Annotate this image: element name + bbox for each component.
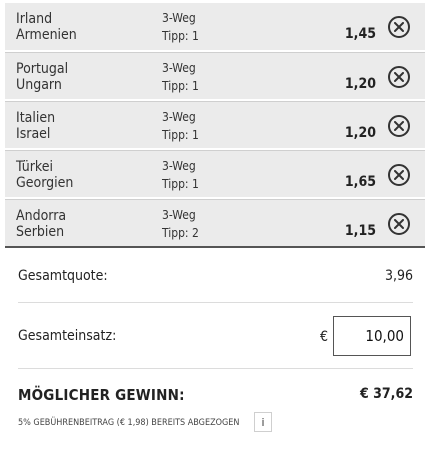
away-team: Armenien — [16, 27, 77, 43]
home-team: Irland — [16, 11, 53, 27]
possible-win-row: MÖGLICHER GEWINN: € 37,62 — [18, 384, 413, 408]
total-odds-value: 3,96 — [384, 268, 413, 284]
bet-odds: 1,45 — [344, 26, 376, 42]
bet-teams: Portugal Ungarn — [16, 61, 68, 93]
bet-odds: 1,15 — [344, 223, 376, 239]
bet-tip: Tipp: 2 — [162, 226, 199, 240]
remove-bet-button[interactable] — [388, 115, 410, 137]
bet-tip: Tipp: 1 — [162, 177, 199, 191]
stake-label: Gesamteinsatz: — [18, 328, 117, 344]
bet-row: Italien Israel 3-Weg Tipp: 1 1,20 — [5, 101, 425, 148]
away-team: Georgien — [16, 175, 74, 191]
bet-tip: Tipp: 1 — [162, 29, 199, 43]
stake-row: Gesamteinsatz: € — [18, 316, 413, 358]
bet-teams: Italien Israel — [16, 110, 55, 142]
bet-tip: Tipp: 1 — [162, 128, 199, 142]
home-team: Andorra — [16, 208, 67, 224]
market-type: 3-Weg — [162, 159, 196, 173]
away-team: Israel — [16, 126, 51, 142]
divider — [18, 302, 413, 303]
away-team: Ungarn — [16, 77, 62, 93]
market-type: 3-Weg — [162, 11, 196, 25]
bet-row: Irland Armenien 3-Weg Tipp: 1 1,45 — [5, 3, 425, 50]
fee-note: 5% GEBÜHRENBEITRAG (€ 1,98) BEREITS ABGE… — [18, 418, 240, 428]
bet-teams: Türkei Georgien — [16, 159, 73, 191]
bet-tip: Tipp: 1 — [162, 79, 199, 93]
currency-symbol: € — [320, 329, 329, 345]
away-team: Serbien — [16, 224, 65, 240]
possible-win-label: MÖGLICHER GEWINN: — [18, 386, 185, 404]
bet-odds: 1,20 — [344, 125, 376, 141]
bet-market: 3-Weg Tipp: 1 — [162, 157, 199, 193]
bet-odds: 1,65 — [344, 174, 376, 190]
bet-market: 3-Weg Tipp: 1 — [162, 9, 199, 45]
home-team: Portugal — [16, 61, 69, 77]
bet-teams: Irland Armenien — [16, 11, 77, 43]
possible-win-value: € 37,62 — [360, 386, 413, 402]
bet-row: Türkei Georgien 3-Weg Tipp: 1 1,65 — [5, 150, 425, 197]
bet-list: Irland Armenien 3-Weg Tipp: 1 1,45 Portu… — [5, 3, 425, 248]
bet-market: 3-Weg Tipp: 2 — [162, 206, 199, 242]
bet-odds: 1,20 — [344, 76, 376, 92]
divider — [18, 368, 413, 369]
fee-note-row: 5% GEBÜHRENBEITRAG (€ 1,98) BEREITS ABGE… — [18, 412, 413, 434]
remove-bet-button[interactable] — [388, 66, 410, 88]
close-icon — [394, 219, 404, 229]
home-team: Italien — [16, 110, 56, 126]
total-odds-row: Gesamtquote: 3,96 — [18, 262, 413, 292]
remove-bet-button[interactable] — [388, 164, 410, 186]
market-type: 3-Weg — [162, 208, 196, 222]
bet-market: 3-Weg Tipp: 1 — [162, 108, 199, 144]
close-icon — [394, 170, 404, 180]
market-type: 3-Weg — [162, 110, 196, 124]
bet-market: 3-Weg Tipp: 1 — [162, 59, 199, 95]
bet-row: Portugal Ungarn 3-Weg Tipp: 1 1,20 — [5, 52, 425, 99]
market-type: 3-Weg — [162, 61, 196, 75]
stake-input[interactable] — [333, 316, 411, 356]
remove-bet-button[interactable] — [388, 16, 410, 38]
info-icon-button[interactable]: i — [254, 412, 272, 432]
close-icon — [394, 22, 404, 32]
bet-teams: Andorra Serbien — [16, 208, 66, 240]
info-icon: i — [261, 415, 265, 429]
total-odds-label: Gesamtquote: — [18, 268, 108, 284]
close-icon — [394, 121, 404, 131]
close-icon — [394, 72, 404, 82]
remove-bet-button[interactable] — [388, 213, 410, 235]
home-team: Türkei — [16, 159, 53, 175]
bet-row: Andorra Serbien 3-Weg Tipp: 2 1,15 — [5, 199, 425, 246]
